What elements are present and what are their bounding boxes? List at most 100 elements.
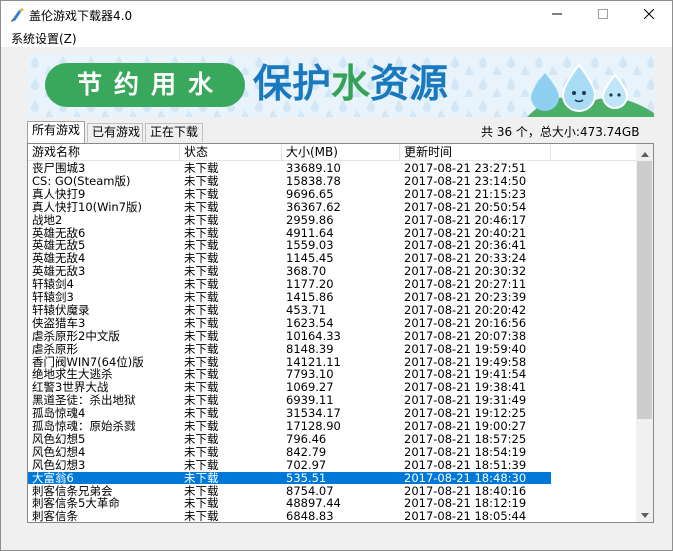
row-game-name: 战地2: [32, 213, 63, 226]
scroll-down-button[interactable]: [636, 505, 653, 522]
table-row[interactable]: 虐杀原形 未下载 8148.39 2017-08-21 19:59:40: [28, 343, 551, 355]
minimize-button[interactable]: [534, 1, 580, 29]
row-game-name: CS: GO(Steam版): [32, 174, 131, 187]
table-row[interactable]: 黑道圣徒：杀出地狱 未下载 6939.11 2017-08-21 19:31:49: [28, 394, 551, 406]
row-game-name: 刺客信条兄弟会: [32, 484, 113, 497]
table-row[interactable]: 英雄无敌6 未下载 4911.64 2017-08-21 20:40:21: [28, 227, 551, 239]
menu-system-settings[interactable]: 系统设置(Z): [11, 30, 77, 47]
table-row[interactable]: 真人快打9 未下载 9696.65 2017-08-21 21:15:23: [28, 188, 551, 200]
table-row[interactable]: 轩辕伏魔录 未下载 453.71 2017-08-21 20:20:42: [28, 304, 551, 316]
scrollbar-thumb[interactable]: [637, 161, 652, 419]
row-size: 6939.11: [286, 394, 334, 407]
water-drop-mascot-icon: [527, 63, 654, 117]
table-row[interactable]: 刺客信条 未下载 6848.83 2017-08-21 18:05:44: [28, 510, 551, 522]
row-status: 未下载: [184, 252, 219, 265]
table-row[interactable]: 孤岛惊魂：原始杀戮 未下载 17128.90 2017-08-21 19:00:27: [28, 420, 551, 432]
row-updated-time: 2017-08-21 20:20:42: [404, 303, 527, 316]
row-game-name: 红警3世界大战: [32, 381, 109, 394]
table-row[interactable]: 轩辕剑3 未下载 1415.86 2017-08-21 20:23:39: [28, 291, 551, 303]
headline-part-water: 水: [331, 62, 371, 107]
tab-installed-games[interactable]: 已有游戏: [87, 123, 143, 142]
headline-part-resource: 资源: [370, 62, 449, 107]
table-row[interactable]: 大富翁6 未下载 535.51 2017-08-21 18:48:30: [28, 471, 551, 484]
row-status: 未下载: [184, 239, 219, 252]
row-status: 未下载: [184, 510, 219, 523]
row-size: 36367.62: [286, 200, 341, 213]
table-row[interactable]: 孤岛惊魂4 未下载 31534.17 2017-08-21 19:12:25: [28, 407, 551, 419]
maximize-icon: [598, 8, 608, 22]
row-updated-time: 2017-08-21 20:07:38: [404, 329, 527, 342]
table-row[interactable]: 虐杀原形2中文版 未下载 10164.33 2017-08-21 20:07:38: [28, 330, 551, 342]
row-status: 未下载: [184, 213, 219, 226]
column-header-updated[interactable]: 更新时间: [400, 144, 551, 161]
table-row[interactable]: CS: GO(Steam版) 未下载 15838.78 2017-08-21 23:1…: [28, 175, 551, 187]
water-saving-banner: 节约用水 保护水资源: [27, 53, 654, 117]
table-row[interactable]: 刺客信条5大革命 未下载 48897.44 2017-08-21 18:12:19: [28, 497, 551, 509]
window-title: 盖伦游戏下载器4.0: [29, 9, 133, 23]
table-row[interactable]: 轩辕剑4 未下载 1177.20 2017-08-21 20:27:11: [28, 278, 551, 290]
table-row[interactable]: 英雄无敌5 未下载 1559.03 2017-08-21 20:36:41: [28, 239, 551, 251]
row-game-name: 黑道圣徒：杀出地狱: [32, 394, 136, 407]
row-status: 未下载: [184, 368, 219, 381]
title-bar[interactable]: 盖伦游戏下载器4.0: [1, 1, 672, 29]
row-status: 未下载: [184, 432, 219, 445]
close-button[interactable]: [626, 1, 672, 29]
row-status: 未下载: [184, 329, 219, 342]
row-game-name: 英雄无敌4: [32, 252, 86, 265]
vertical-scrollbar[interactable]: [636, 144, 653, 522]
row-updated-time: 2017-08-21 20:36:41: [404, 239, 527, 252]
row-updated-time: 2017-08-21 19:41:54: [404, 368, 527, 381]
banner-headline: 保护水资源: [253, 61, 448, 109]
tab-all-games[interactable]: 所有游戏: [27, 121, 85, 143]
game-list[interactable]: 游戏名称 状态 大小(MB) 更新时间 丧尸围城3 未下载 33689.10 2017…: [27, 143, 654, 523]
row-size: 10164.33: [286, 329, 341, 342]
column-header-name[interactable]: 游戏名称: [28, 144, 180, 161]
row-status: 未下载: [184, 226, 219, 239]
table-row[interactable]: 真人快打10(Win7版) 未下载 36367.62 2017-08-21 20:50…: [28, 201, 551, 213]
table-row[interactable]: 丧尸围城3 未下载 33689.10 2017-08-21 23:27:51: [28, 162, 551, 174]
scroll-up-button[interactable]: [636, 144, 653, 161]
row-size: 8754.07: [286, 484, 334, 497]
row-size: 1145.45: [286, 252, 334, 265]
row-size: 368.70: [286, 265, 327, 278]
maximize-button[interactable]: [580, 1, 626, 29]
row-game-name: 大富翁6: [32, 471, 74, 484]
row-size: 702.97: [286, 458, 327, 471]
row-size: 453.71: [286, 303, 327, 316]
row-size: 1623.54: [286, 316, 334, 329]
column-header-status[interactable]: 状态: [180, 144, 282, 161]
table-row[interactable]: 风色幻想5 未下载 796.46 2017-08-21 18:57:25: [28, 433, 551, 445]
row-status: 未下载: [184, 484, 219, 497]
table-row[interactable]: 英雄无敌3 未下载 368.70 2017-08-21 20:30:32: [28, 265, 551, 277]
tab-downloading[interactable]: 正在下载: [145, 123, 203, 142]
row-updated-time: 2017-08-21 21:15:23: [404, 187, 527, 200]
list-header: 游戏名称 状态 大小(MB) 更新时间: [28, 144, 636, 161]
row-size: 535.51: [286, 471, 327, 484]
column-header-size[interactable]: 大小(MB): [282, 144, 400, 161]
row-updated-time: 2017-08-21 18:05:44: [404, 510, 527, 523]
chevron-down-icon: [640, 507, 649, 521]
row-game-name: 风色幻想4: [32, 445, 86, 458]
row-updated-time: 2017-08-21 19:49:58: [404, 355, 527, 368]
table-row[interactable]: 战地2 未下载 2959.86 2017-08-21 20:46:17: [28, 214, 551, 226]
row-updated-time: 2017-08-21 20:23:39: [404, 291, 527, 303]
table-row[interactable]: 侠盗猎车3 未下载 1623.54 2017-08-21 20:16:56: [28, 317, 551, 329]
row-updated-time: 2017-08-21 19:00:27: [404, 420, 527, 432]
row-size: 1415.86: [286, 291, 334, 303]
row-game-name: 丧尸围城3: [32, 162, 86, 174]
table-row[interactable]: 红警3世界大战 未下载 1069.27 2017-08-21 19:38:41: [28, 381, 551, 393]
table-row[interactable]: 刺客信条兄弟会 未下载 8754.07 2017-08-21 18:40:16: [28, 485, 551, 497]
row-updated-time: 2017-08-21 19:12:25: [404, 407, 527, 420]
row-game-name: 真人快打9: [32, 187, 86, 200]
table-row[interactable]: 风色幻想4 未下载 842.79 2017-08-21 18:54:19: [28, 446, 551, 458]
table-row[interactable]: 英雄无敌4 未下载 1145.45 2017-08-21 20:33:24: [28, 252, 551, 264]
table-row[interactable]: 风色幻想3 未下载 702.97 2017-08-21 18:51:39: [28, 459, 551, 471]
row-size: 1559.03: [286, 239, 334, 252]
table-row[interactable]: 香门阀WIN7(64位)版 未下载 14121.11 2017-08-21 19:49…: [28, 356, 551, 368]
slogan-pill: 节约用水: [45, 63, 245, 107]
table-row[interactable]: 绝地求生大逃杀 未下载 7793.10 2017-08-21 19:41:54: [28, 368, 551, 380]
row-game-name: 英雄无敌3: [32, 265, 86, 278]
row-size: 48897.44: [286, 497, 341, 510]
row-game-name: 刺客信条5大革命: [32, 497, 120, 510]
row-updated-time: 2017-08-21 23:27:51: [404, 162, 527, 174]
